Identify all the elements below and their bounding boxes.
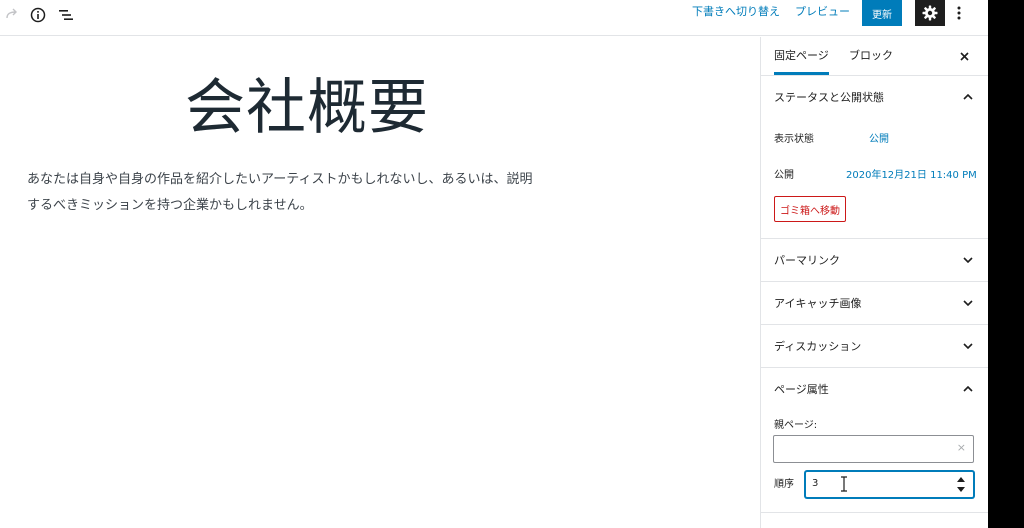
- spin-up-icon[interactable]: [957, 477, 965, 482]
- featured-image-toggle[interactable]: アイキャッチ画像: [761, 282, 988, 325]
- settings-sidebar: 固定ページ ブロック ステータスと公開状態 表示状態 公開 公開 2020年12…: [760, 37, 988, 528]
- permalink-panel[interactable]: パーマリンク: [761, 239, 988, 282]
- preview-link[interactable]: プレビュー: [795, 5, 850, 19]
- status-visibility-panel: ステータスと公開状態 表示状態 公開 公開 2020年12月21日 11:40 …: [761, 76, 988, 239]
- more-options-icon[interactable]: [950, 2, 968, 24]
- parent-page-label: 親ページ:: [774, 420, 818, 431]
- update-button[interactable]: 更新: [862, 0, 902, 26]
- sidebar-tabs: 固定ページ ブロック: [761, 37, 988, 76]
- discussion-panel[interactable]: ディスカッション: [761, 325, 988, 368]
- clear-icon[interactable]: ×: [957, 441, 966, 454]
- editor-canvas: 会社概要 あなたは自身や自身の作品を紹介したいアーティストかもしれないし、あるい…: [0, 37, 760, 528]
- paragraph-line-1: あなたは自身や自身の作品を紹介したいアーティストかもしれないし、あるいは、説明: [27, 172, 533, 187]
- page-attributes-toggle[interactable]: ページ属性: [761, 368, 988, 411]
- visibility-label: 表示状態: [774, 134, 814, 145]
- status-visibility-toggle[interactable]: ステータスと公開状態: [761, 76, 988, 119]
- settings-gear-button[interactable]: [915, 0, 945, 26]
- featured-image-panel[interactable]: アイキャッチ画像: [761, 282, 988, 325]
- publish-label: 公開: [774, 170, 794, 181]
- editor-app: 下書きへ切り替え プレビュー 更新 会社概要 あなたは自身や自身の作品を紹介した…: [0, 0, 988, 528]
- order-value: 3: [812, 478, 819, 489]
- order-label: 順序: [774, 479, 794, 490]
- order-input[interactable]: 3: [805, 471, 974, 498]
- discussion-toggle[interactable]: ディスカッション: [761, 325, 988, 368]
- switch-to-draft-link[interactable]: 下書きへ切り替え: [692, 5, 780, 19]
- info-icon[interactable]: [27, 4, 49, 26]
- spin-down-icon[interactable]: [957, 487, 965, 492]
- paragraph-block[interactable]: あなたは自身や自身の作品を紹介したいアーティストかもしれないし、あるいは、説明 …: [27, 167, 587, 219]
- publish-date-link[interactable]: 2020年12月21日 11:40 PM: [846, 166, 977, 181]
- panel-title: ページ属性: [774, 383, 829, 396]
- visibility-value-link[interactable]: 公開: [869, 130, 889, 145]
- redo-icon[interactable]: [1, 4, 23, 26]
- chevron-down-icon: [962, 340, 974, 352]
- chevron-up-icon: [962, 91, 974, 103]
- top-toolbar: 下書きへ切り替え プレビュー 更新: [0, 0, 988, 36]
- permalink-toggle[interactable]: パーマリンク: [761, 239, 988, 282]
- chevron-down-icon: [962, 254, 974, 266]
- chevron-down-icon: [962, 297, 974, 309]
- panel-title: ディスカッション: [774, 340, 862, 353]
- tab-page[interactable]: 固定ページ: [774, 37, 829, 75]
- parent-page-select[interactable]: ×: [773, 435, 974, 463]
- tab-block[interactable]: ブロック: [849, 37, 893, 75]
- list-view-icon[interactable]: [55, 4, 77, 26]
- paragraph-line-2: するべきミッションを持つ企業かもしれません。: [27, 198, 313, 213]
- page-attributes-panel: ページ属性 親ページ: × 順序 3: [761, 368, 988, 513]
- gear-icon: [922, 5, 938, 21]
- move-to-trash-button[interactable]: ゴミ箱へ移動: [774, 196, 846, 222]
- text-cursor-icon: [841, 476, 847, 492]
- close-icon[interactable]: [954, 46, 974, 66]
- panel-title: ステータスと公開状態: [774, 91, 884, 104]
- number-spinner[interactable]: [957, 477, 965, 492]
- panel-title: アイキャッチ画像: [774, 297, 862, 310]
- chevron-up-icon: [962, 383, 974, 395]
- panel-title: パーマリンク: [774, 254, 840, 267]
- page-title[interactable]: 会社概要: [185, 73, 429, 143]
